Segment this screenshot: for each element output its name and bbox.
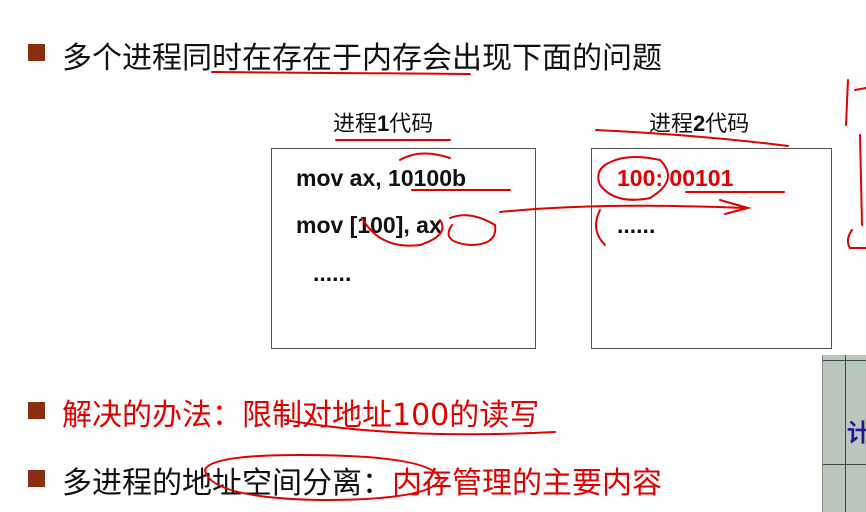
bullet-3-text: 多进程的地址空间分离：内存管理的主要内容 xyxy=(62,458,662,502)
process2-label: 进程2代码 xyxy=(649,106,749,138)
bullet-marker xyxy=(28,44,45,61)
label-suffix: 代码 xyxy=(389,112,434,137)
bullet-3-red: 内存管理的主要内容 xyxy=(392,466,662,501)
ink-mark xyxy=(845,79,866,249)
bullet-marker xyxy=(28,402,45,419)
bullet-marker xyxy=(28,470,45,487)
bullet-3-black: 多进程的地址空间分离： xyxy=(62,466,392,501)
label-prefix: 进程 xyxy=(333,112,378,137)
label-prefix: 进程 xyxy=(649,112,694,137)
photo-char: 计 xyxy=(847,419,866,447)
code-line: mov ax, 10100b xyxy=(296,165,467,191)
code-line: ...... xyxy=(617,212,656,238)
label-suffix: 代码 xyxy=(705,112,750,137)
code-line: 100: 00101 xyxy=(617,165,734,191)
video-inset-photo: 计 xyxy=(822,355,866,512)
code-line: mov [100], ax xyxy=(296,212,442,238)
process1-label: 进程1代码 xyxy=(333,106,433,138)
label-num: 1 xyxy=(377,111,390,136)
label-num: 2 xyxy=(693,111,706,136)
code-line: ...... xyxy=(313,260,352,286)
bullet-1-text: 多个进程同时在存在于内存会出现下面的问题 xyxy=(62,41,662,76)
bullet-2-text: 解决的办法：限制对地址100的读写 xyxy=(62,398,540,433)
